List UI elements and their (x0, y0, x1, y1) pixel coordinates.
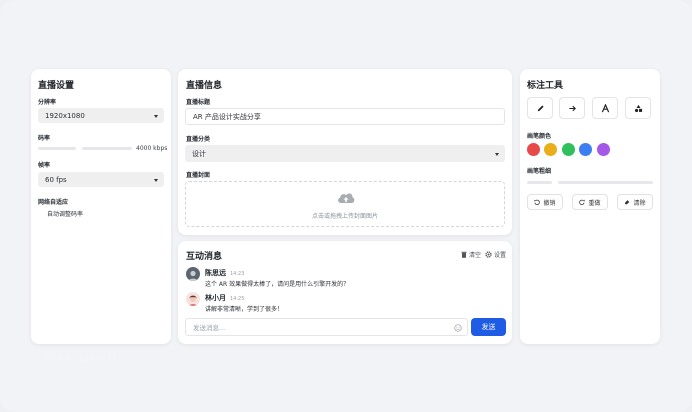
bitrate-slider[interactable] (38, 147, 76, 150)
color-swatch-yellow[interactable] (544, 143, 557, 156)
chat-clear-button[interactable]: 清空 (461, 250, 481, 259)
message-time: 14:25 (230, 296, 245, 302)
stream-cover-label: 直播封面 (186, 172, 211, 179)
chat-panel: 互动消息 清空 设置 陈思远 14:23 这个 AR 效果做得太棒了，请问是用什… (178, 241, 512, 344)
bitrate-value: 4000 kbps (136, 145, 168, 152)
chevron-down-icon (154, 178, 158, 182)
eraser-icon (625, 200, 630, 205)
clear-label: 清除 (633, 199, 646, 207)
panel-title: 直播设置 (38, 81, 75, 91)
cloud-upload-icon (338, 193, 355, 203)
panel-title: 标注工具 (527, 81, 564, 91)
pen-tool-button[interactable] (527, 97, 553, 119)
resolution-select[interactable]: 1920x1080 (38, 108, 164, 123)
color-swatch-red[interactable] (527, 143, 540, 156)
shapes-tool-button[interactable] (625, 97, 651, 119)
bitrate-label: 码率 (38, 135, 51, 142)
stream-settings-panel: 直播设置 分辨率 1920x1080 码率 4000 kbps 帧率 60 fp… (31, 69, 171, 364)
undo-button[interactable]: 撤销 (527, 194, 563, 210)
redo-icon (579, 199, 586, 205)
send-button[interactable]: 发送 (471, 318, 506, 336)
chevron-down-icon (154, 114, 158, 118)
emoji-icon[interactable] (454, 323, 462, 332)
message-author: 陈思远 14:23 (205, 268, 244, 278)
panel-title: 互动消息 (186, 252, 223, 262)
avatar (186, 292, 200, 306)
chat-settings-button[interactable]: 设置 (485, 250, 506, 259)
stream-title-label: 直播标题 (186, 99, 211, 106)
auto-bitrate-toggle[interactable]: 自动调整码率 (47, 209, 83, 218)
stream-title-input[interactable]: AR 产品设计实战分享 (185, 108, 505, 125)
network-adaptive-label: 网络自适应 (38, 199, 69, 206)
avatar (186, 267, 200, 281)
stream-category-value: 设计 (192, 149, 206, 158)
redo-button[interactable]: 重做 (572, 194, 608, 210)
undo-icon (534, 199, 541, 205)
color-swatch-green[interactable] (562, 143, 575, 156)
stream-title-value: AR 产品设计实战分享 (193, 112, 261, 121)
app-window: 直播设置 分辨率 1920x1080 码率 4000 kbps 帧率 60 fp… (0, 0, 692, 412)
shapes-icon (634, 104, 642, 112)
pen-color-label: 画笔颜色 (527, 133, 552, 140)
stream-category-label: 直播分类 (186, 136, 211, 143)
message-time: 14:23 (230, 271, 245, 277)
framerate-value: 60 fps (45, 175, 67, 184)
annotation-tools-panel: 标注工具 画笔颜色 画笔粗细 撤销 重做 清除 (520, 69, 660, 344)
chat-message-input[interactable]: 发送消息... (185, 318, 468, 336)
trash-icon (461, 251, 467, 258)
color-swatch-blue[interactable] (579, 143, 592, 156)
pen-thickness-slider-track[interactable] (558, 181, 653, 184)
pen-thickness-label: 画笔粗细 (527, 168, 552, 175)
gear-icon (485, 251, 492, 258)
framerate-select[interactable]: 60 fps (38, 172, 164, 187)
message-author-name: 林小月 (205, 294, 226, 302)
upload-hint: 点击或拖拽上传封面图片 (311, 213, 378, 220)
redo-label: 重做 (588, 199, 601, 207)
pen-icon (537, 104, 544, 111)
arrow-right-icon (568, 105, 576, 111)
cover-upload-dropzone[interactable]: 点击或拖拽上传封面图片 (185, 181, 505, 227)
chat-input-placeholder: 发送消息... (193, 324, 226, 332)
message-text: 这个 AR 效果做得太棒了，请问是用什么引擎开发的？ (205, 281, 350, 288)
arrow-tool-button[interactable] (559, 97, 585, 119)
chevron-down-icon (495, 152, 499, 156)
chat-clear-label: 清空 (469, 252, 482, 259)
stream-info-panel: 直播信息 直播标题 AR 产品设计实战分享 直播分类 设计 直播封面 点击或拖拽… (178, 69, 512, 235)
stream-category-select[interactable]: 设计 (185, 145, 505, 162)
pen-thickness-slider[interactable] (527, 181, 552, 184)
text-tool-button[interactable] (592, 97, 618, 119)
framerate-label: 帧率 (38, 162, 51, 169)
ghost-resolution-text: 分辨率: 1280x720 (45, 354, 124, 364)
clear-button[interactable]: 清除 (617, 194, 653, 210)
chat-settings-label: 设置 (494, 252, 507, 259)
resolution-value: 1920x1080 (45, 111, 85, 120)
resolution-label: 分辨率 (38, 99, 57, 106)
color-swatch-purple[interactable] (597, 143, 610, 156)
message-text: 讲解非常清晰，学到了很多！ (205, 306, 284, 313)
bitrate-slider-track[interactable] (82, 147, 132, 150)
message-author: 林小月 14:25 (205, 293, 244, 303)
text-icon (601, 103, 609, 112)
message-author-name: 陈思远 (205, 269, 226, 277)
undo-label: 撤销 (543, 199, 556, 207)
panel-title: 直播信息 (186, 81, 223, 91)
